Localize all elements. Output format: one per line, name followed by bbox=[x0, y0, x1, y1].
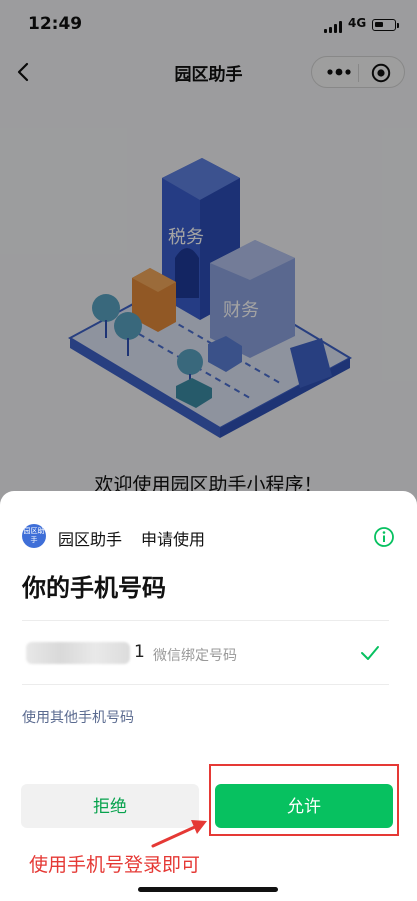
app-logo-text: 园区助手 bbox=[23, 527, 45, 544]
app-logo: 园区助手 bbox=[22, 524, 46, 548]
annotation-text: 使用手机号登录即可 bbox=[29, 854, 201, 876]
check-icon bbox=[361, 646, 379, 660]
home-indicator bbox=[138, 887, 278, 892]
annotation-highlight-box bbox=[209, 764, 399, 836]
phone-number-blurred bbox=[26, 642, 130, 664]
use-other-phone-link[interactable]: 使用其他手机号码 bbox=[22, 707, 134, 727]
sheet-title: 你的手机号码 bbox=[22, 574, 166, 602]
info-icon[interactable] bbox=[373, 526, 395, 548]
phone-number-suffix: 1 bbox=[134, 642, 145, 662]
app-name: 园区助手 bbox=[58, 530, 123, 549]
request-text: 申请使用 bbox=[141, 530, 206, 549]
divider bbox=[22, 684, 389, 685]
divider bbox=[22, 620, 389, 621]
phone-option-row[interactable]: 1 微信绑定号码 bbox=[22, 622, 389, 684]
phone-tag: 微信绑定号码 bbox=[153, 648, 237, 664]
annotation-arrow-icon bbox=[151, 820, 207, 848]
